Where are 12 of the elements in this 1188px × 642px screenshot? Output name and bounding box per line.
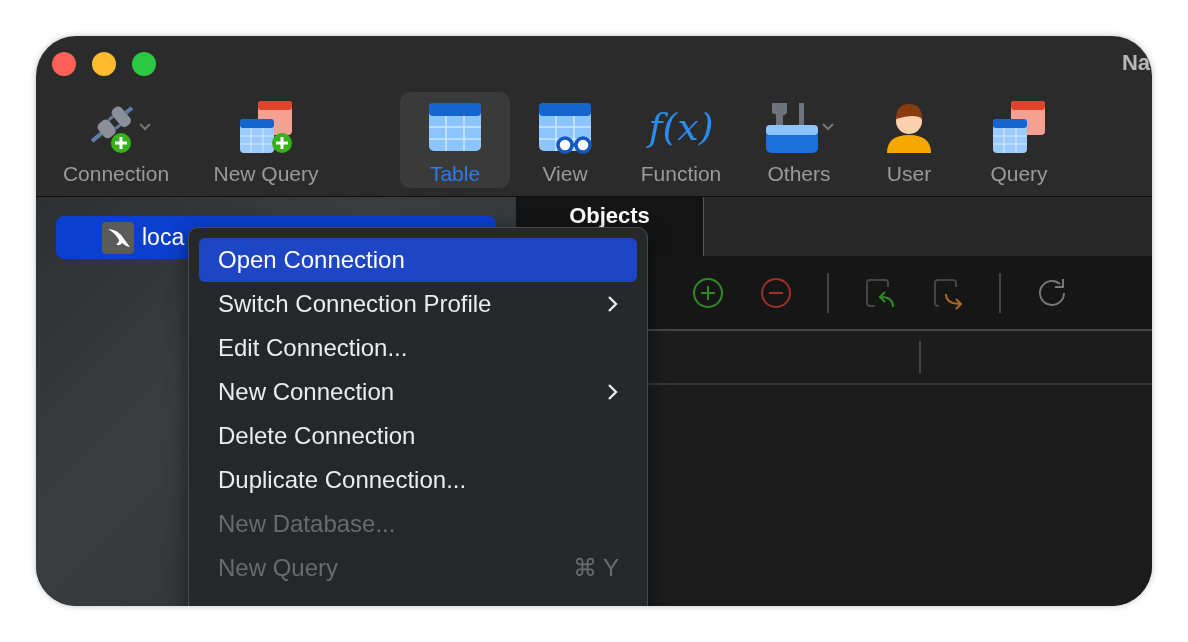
connection-name: loca bbox=[142, 224, 185, 251]
menu-item-label: Edit Connection... bbox=[218, 334, 408, 362]
menu-item-label: Switch Connection Profile bbox=[218, 290, 492, 318]
menu-item-label: New Connection bbox=[218, 378, 395, 406]
menu-item-label: New Database... bbox=[218, 510, 396, 538]
menu-item-label: Duplicate Connection... bbox=[218, 466, 467, 494]
shortcut: ⌘ Y bbox=[572, 554, 619, 582]
menu-item-label: Open Connection bbox=[218, 246, 405, 274]
menu-item-label: New Query bbox=[218, 554, 339, 582]
function-icon: f(x) bbox=[648, 108, 714, 146]
window-title: Na bbox=[1121, 50, 1151, 76]
menu-item-label: Delete Connection bbox=[218, 422, 416, 450]
